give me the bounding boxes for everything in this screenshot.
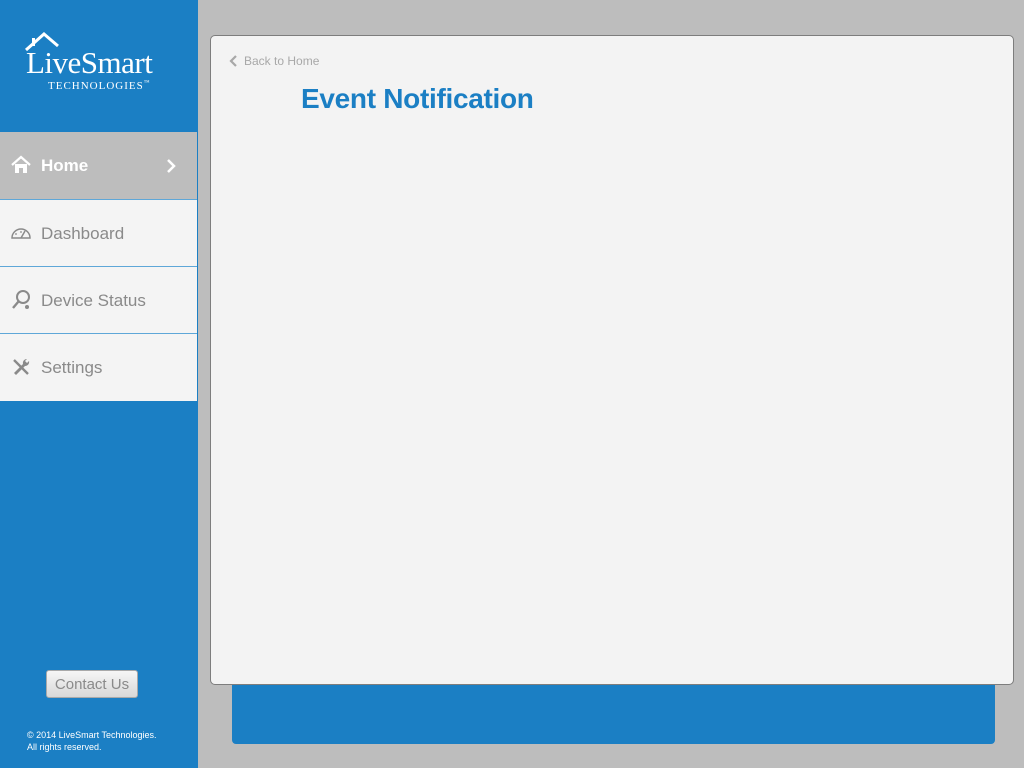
- brand-tagline: TECHNOLOGIES™: [48, 80, 151, 92]
- tools-icon: [13, 358, 30, 375]
- sidebar-item-settings[interactable]: Settings: [0, 334, 197, 401]
- sidebar-item-label: Dashboard: [41, 223, 125, 243]
- panel-footer-bar: [232, 680, 995, 744]
- device-search-icon: [12, 290, 30, 309]
- sidebar-item-label: Settings: [41, 357, 103, 377]
- back-to-home-link[interactable]: Back to Home: [229, 54, 319, 68]
- chevron-left-icon: [229, 55, 237, 67]
- sidebar-item-label: Home: [41, 155, 89, 175]
- contact-us-button[interactable]: Contact Us: [46, 670, 138, 698]
- page-title: Event Notification: [301, 83, 534, 114]
- chevron-right-icon: [167, 159, 176, 173]
- sidebar-item-dashboard[interactable]: Dashboard: [0, 200, 197, 267]
- sidebar-item-label: Device Status: [41, 290, 146, 310]
- home-icon: [11, 155, 31, 173]
- gauge-icon: [11, 228, 31, 239]
- brand-logo[interactable]: LiveSmart TECHNOLOGIES™: [0, 0, 198, 132]
- brand-name: LiveSmart: [26, 45, 153, 80]
- back-link-label: Back to Home: [244, 54, 320, 68]
- copyright-text: © 2014 LiveSmart Technologies. All right…: [27, 730, 157, 752]
- sidebar-item-home[interactable]: Home: [0, 132, 197, 199]
- content-panel: Back to Home Event Notification: [210, 35, 1014, 685]
- sidebar-item-device-status[interactable]: Device Status: [0, 267, 197, 334]
- sidebar: LiveSmart TECHNOLOGIES™ Home Dashboard D…: [0, 0, 198, 768]
